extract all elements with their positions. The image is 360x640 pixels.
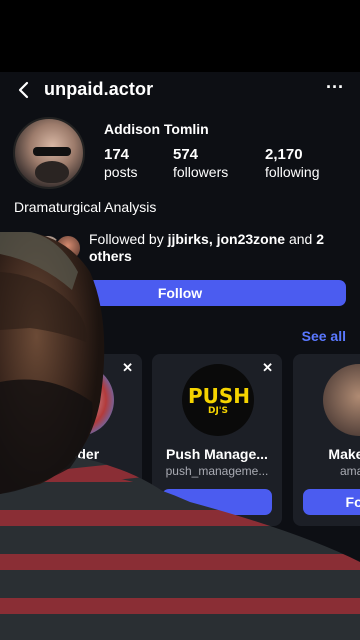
followed-by-avatars[interactable] <box>14 234 86 262</box>
more-horizontal-icon[interactable]: ··· <box>326 78 344 100</box>
mutual-avatar <box>54 234 82 262</box>
suggestion-name: Holder <box>54 446 100 462</box>
followed-by-text[interactable]: Followed by jjbirks, jon23zone and 2 oth… <box>89 231 349 265</box>
avatar-detail <box>35 161 69 183</box>
status-area <box>0 0 360 72</box>
posts-label: posts <box>104 164 138 180</box>
followed-by-names: jjbirks, jon23zone <box>167 231 286 247</box>
followed-by-count: 2 <box>316 231 325 247</box>
following-count: 2,170 <box>265 146 303 163</box>
bio: Dramaturgical Analysis <box>14 199 157 215</box>
suggestion-card[interactable]: ✕ Holder r82 <box>12 354 142 526</box>
push-djs-logo: PUSH DJ'S <box>188 384 251 416</box>
close-icon[interactable]: ✕ <box>262 360 273 376</box>
suggestion-card[interactable]: ✕ PUSH DJ'S Push Manage... push_manageme.… <box>152 354 282 526</box>
suggestion-avatar[interactable]: PUSH DJ'S <box>182 364 254 436</box>
suggested-title: for you <box>14 328 62 344</box>
followers-count: 574 <box>173 146 199 163</box>
suggestion-follow-button[interactable]: Foll <box>303 489 360 515</box>
push-logo-main: PUSH <box>188 384 251 408</box>
followed-by-and: and <box>285 231 317 247</box>
display-name: Addison Tomlin <box>104 121 209 137</box>
following-stat[interactable]: 2,170 following <box>265 146 319 180</box>
suggestion-handle: amake <box>339 464 360 478</box>
suggestion-avatar[interactable] <box>42 364 114 436</box>
posts-stat[interactable]: 174 posts <box>104 146 137 180</box>
profile-screen: unpaid.actor ··· Addison Tomlin 174 post… <box>0 72 360 590</box>
suggestion-name: Push Manage... <box>166 446 268 462</box>
followers-stat[interactable]: 574 followers <box>173 146 228 180</box>
profile-username: unpaid.actor <box>44 79 154 99</box>
avatar-detail <box>33 147 71 156</box>
posts-count: 174 <box>104 146 130 163</box>
following-label: following <box>265 164 320 180</box>
followers-label: followers <box>173 164 229 180</box>
profile-avatar[interactable] <box>13 117 85 189</box>
bottom-area <box>0 590 360 640</box>
follow-button[interactable]: Follow <box>14 280 346 306</box>
suggestion-follow-button[interactable] <box>22 489 132 515</box>
back-arrow-icon[interactable] <box>14 80 34 100</box>
see-all-link[interactable]: See all <box>302 328 346 344</box>
suggestion-follow-button[interactable] <box>162 489 272 515</box>
followed-by-prefix: Followed by <box>89 231 168 247</box>
profile-header: unpaid.actor ··· <box>0 72 360 108</box>
suggestion-card[interactable]: Makeesh amake Foll <box>293 354 360 526</box>
suggestion-handle: push_manageme... <box>165 464 269 478</box>
close-icon[interactable]: ✕ <box>122 360 133 376</box>
followed-by-others: others <box>89 248 132 264</box>
suggestion-name: Makeesh <box>328 446 360 462</box>
suggestion-handle: r82 <box>68 464 86 478</box>
suggestion-avatar[interactable] <box>323 364 360 436</box>
